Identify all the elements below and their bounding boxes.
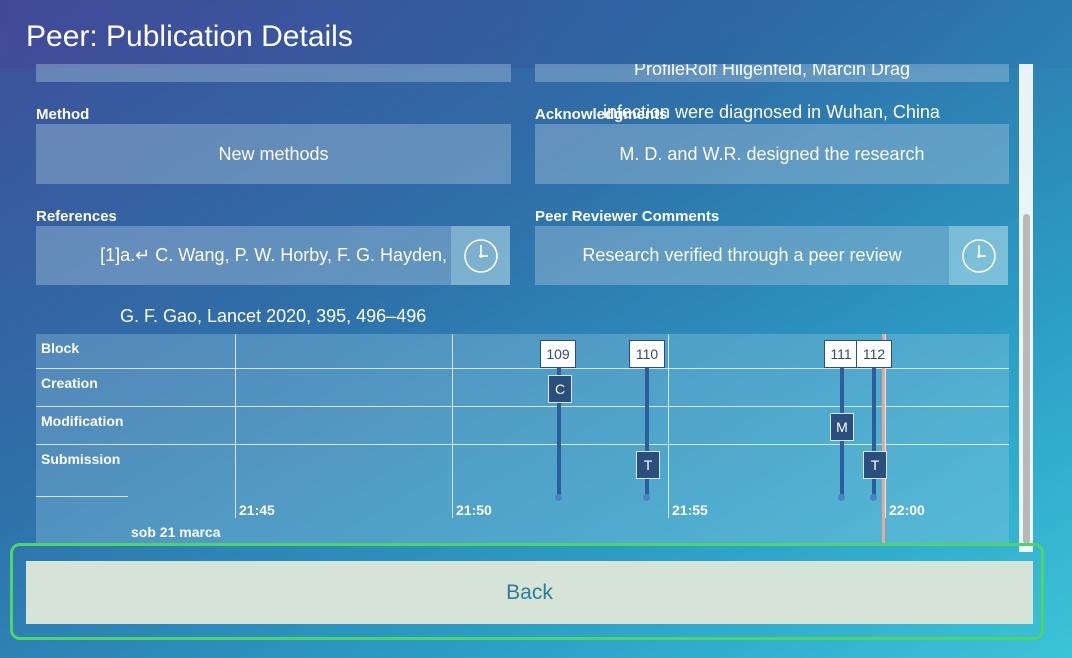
authors-field-text: ProfileRolf Hilgenfeld, Marcin Drag [633, 64, 911, 79]
modification-marker[interactable]: M [830, 413, 854, 441]
block-timeline[interactable]: Block Creation Modification Submission 2… [36, 334, 1009, 544]
timeline-row-modification: Modification [41, 413, 124, 429]
block-stem-end [643, 494, 650, 501]
block-number-111[interactable]: 111 [824, 340, 858, 368]
authors-field: ProfileRolf Hilgenfeld, Marcin Drag [535, 64, 1009, 82]
timeline-date-label: sob 21 marca [131, 524, 221, 540]
row-divider [36, 496, 128, 497]
acknowledgments-overlay-text: infection were diagnosed in Wuhan, China [603, 102, 940, 122]
block-stem-end [555, 494, 562, 501]
time-gridline [668, 334, 669, 518]
time-gridline [235, 334, 236, 518]
block-number-110[interactable]: 110 [629, 340, 665, 368]
clock-icon [961, 238, 996, 273]
references-continuation: G. F. Gao, Lancet 2020, 395, 496–496 [120, 306, 427, 326]
time-gridline [452, 334, 453, 518]
method-field: New methods [36, 124, 511, 184]
block-number-109[interactable]: 109 [540, 340, 576, 368]
time-tick-label: 21:55 [672, 502, 708, 518]
peer-comments-field: Research verified through a peer review [535, 226, 949, 285]
time-tick-label: 21:50 [456, 502, 492, 518]
row-divider [36, 444, 1009, 445]
row-divider [36, 406, 1009, 407]
peer-comments-history-button[interactable] [949, 226, 1008, 285]
method-label: Method [36, 106, 90, 123]
creation-marker[interactable]: C [548, 375, 572, 403]
top-left-field [36, 64, 511, 82]
row-divider [128, 368, 1009, 369]
acknowledgments-field: M. D. and W.R. designed the research [535, 124, 1009, 184]
block-stem-end [870, 494, 877, 501]
references-field: [1]a.↵ C. Wang, P. W. Horby, F. G. Hayde… [36, 226, 451, 285]
clock-icon [463, 238, 498, 273]
scrollbar-thumb[interactable] [1023, 214, 1030, 544]
block-number-112[interactable]: 112 [856, 340, 892, 368]
references-field-text: [1]a.↵ C. Wang, P. W. Horby, F. G. Hayde… [100, 245, 447, 265]
peer-comments-label: Peer Reviewer Comments [535, 208, 720, 225]
submission-marker[interactable]: T [636, 451, 660, 479]
timeline-row-block: Block [41, 340, 80, 356]
timeline-row-creation: Creation [41, 375, 98, 391]
submission-marker[interactable]: T [863, 451, 887, 479]
time-tick-label: 22:00 [889, 502, 925, 518]
references-history-button[interactable] [451, 226, 510, 285]
timeline-row-submission: Submission [41, 451, 121, 467]
block-stem-end [838, 494, 845, 501]
back-button[interactable]: Back [26, 561, 1033, 624]
page-title: Peer: Publication Details [26, 20, 353, 53]
time-tick-label: 21:45 [239, 502, 275, 518]
row-divider [36, 368, 128, 369]
references-label: References [36, 208, 117, 225]
